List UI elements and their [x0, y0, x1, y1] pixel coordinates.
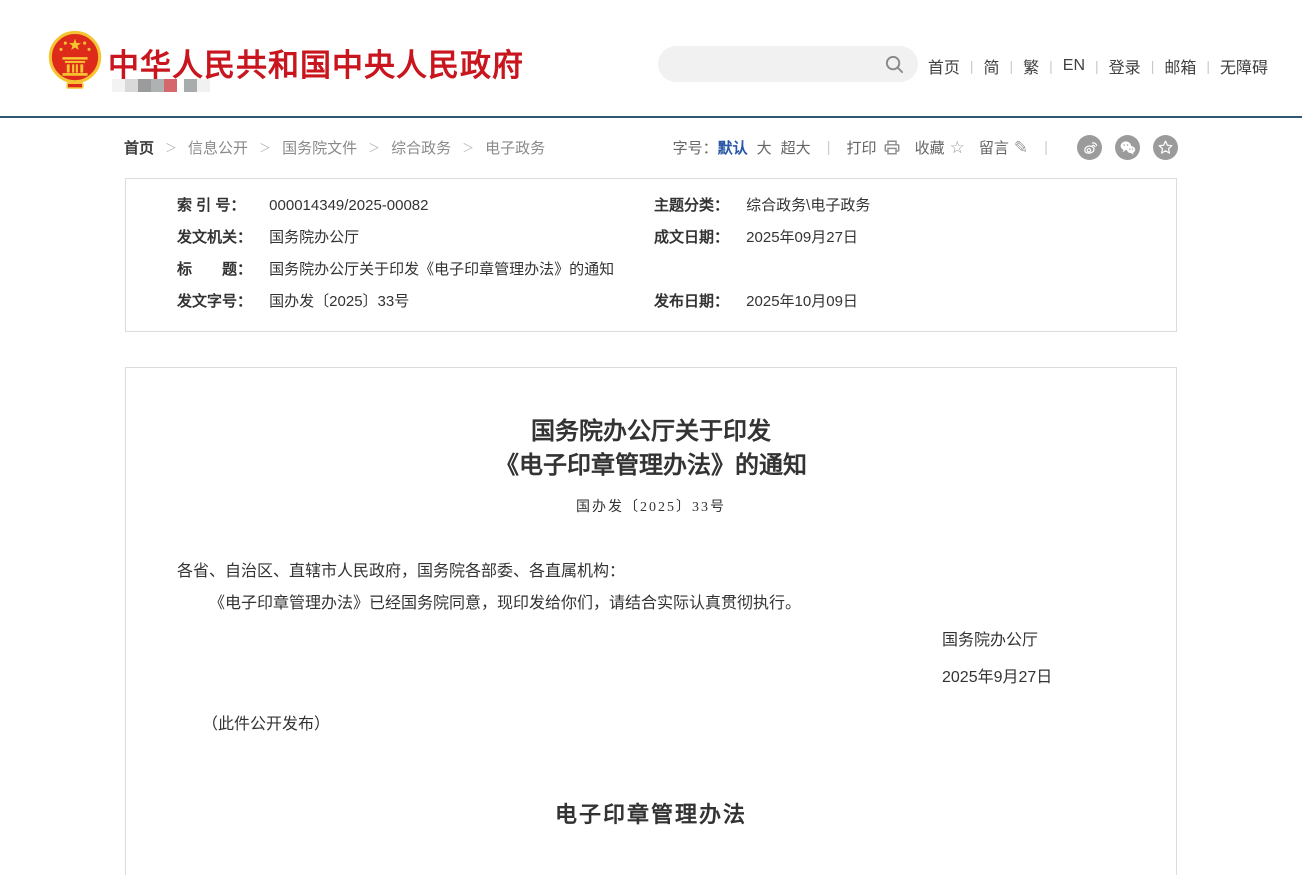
search-icon[interactable]	[884, 54, 905, 75]
nav-simplified[interactable]: 简	[983, 54, 999, 78]
nav-english[interactable]: EN	[1063, 57, 1085, 75]
breadcrumb-home[interactable]: 首页	[124, 137, 154, 158]
nav-login[interactable]: 登录	[1109, 54, 1141, 78]
national-emblem-icon	[46, 30, 104, 90]
font-size-default[interactable]: 默认	[718, 137, 748, 158]
meta-written-date-label: 成文日期：	[654, 222, 742, 254]
meta-row: 发文机关： 国务院办公厅 成文日期： 2025年09月27日	[126, 222, 1176, 254]
breadcrumb-e-government[interactable]: 电子政务	[485, 137, 545, 158]
salutation: 各省、自治区、直辖市人民政府，国务院各部委、各直属机构：	[177, 556, 1176, 588]
signature-date: 2025年9月27日	[942, 661, 1176, 694]
regulation-title: 电子印章管理办法	[126, 797, 1176, 829]
printer-icon	[883, 139, 901, 156]
nav-mail[interactable]: 邮箱	[1164, 54, 1196, 78]
breadcrumb-toolbar-row: 首页 ＞ 信息公开 ＞ 国务院文件 ＞ 综合政务 ＞ 电子政务 字号： 默认 大…	[124, 135, 1178, 160]
nav-accessibility[interactable]: 无障碍	[1220, 54, 1268, 78]
star-icon: ☆	[950, 138, 965, 158]
print-button[interactable]: 打印	[847, 137, 901, 158]
share-buttons	[1064, 135, 1178, 160]
breadcrumb-state-council-docs[interactable]: 国务院文件	[282, 137, 357, 158]
meta-issuer-value: 国务院办公厅	[269, 229, 359, 246]
font-size-large[interactable]: 大	[757, 137, 772, 158]
meta-index-value: 000014349/2025-00082	[269, 197, 428, 214]
breadcrumb-info-disclosure[interactable]: 信息公开	[188, 137, 248, 158]
document-number: 国办发〔2025〕33号	[126, 496, 1176, 516]
article-toolbar: 字号： 默认 大 超大 | 打印 收藏 ☆ 留言 ✎ |	[673, 135, 1178, 160]
blurred-site-url	[112, 79, 210, 92]
meta-row: 标 题： 国务院办公厅关于印发《电子印章管理办法》的通知	[126, 254, 1176, 286]
meta-category-label: 主题分类：	[654, 190, 742, 222]
signature-issuer: 国务院办公厅	[942, 624, 1176, 657]
body-paragraph: 《电子印章管理办法》已经国务院同意，现印发给你们，请结合实际认真贯彻执行。	[177, 588, 1176, 620]
wechat-share-button[interactable]	[1115, 135, 1140, 160]
page: 中华人民共和国中央人民政府 首页 | 简 | 繁 | EN | 登录 | 邮箱 …	[0, 0, 1302, 875]
breadcrumb-general-affairs[interactable]: 综合政务	[391, 137, 451, 158]
nav-home[interactable]: 首页	[928, 54, 960, 78]
search-input[interactable]	[658, 46, 884, 82]
public-release-note: （此件公开发布）	[202, 709, 1176, 741]
qzone-share-button[interactable]	[1153, 135, 1178, 160]
meta-docnum-label: 发文字号：	[177, 286, 265, 318]
meta-published-date-value: 2025年10月09日	[746, 293, 858, 310]
meta-issuer-label: 发文机关：	[177, 222, 265, 254]
document-title: 国务院办公厅关于印发 《电子印章管理办法》的通知	[126, 415, 1176, 483]
pencil-icon: ✎	[1014, 138, 1028, 158]
meta-docnum-value: 国办发〔2025〕33号	[269, 293, 409, 310]
meta-published-date-label: 发布日期：	[654, 286, 742, 318]
document-content: 国务院办公厅关于印发 《电子印章管理办法》的通知 国办发〔2025〕33号 各省…	[125, 367, 1177, 875]
site-header: 中华人民共和国中央人民政府 首页 | 简 | 繁 | EN | 登录 | 邮箱 …	[0, 0, 1302, 118]
search-box	[658, 46, 918, 82]
meta-written-date-value: 2025年09月27日	[746, 229, 858, 246]
meta-row: 索 引 号： 000014349/2025-00082 主题分类： 综合政务\电…	[126, 190, 1176, 222]
document-metadata: 索 引 号： 000014349/2025-00082 主题分类： 综合政务\电…	[125, 178, 1177, 332]
qzone-icon	[1158, 140, 1173, 155]
meta-title-label: 标 题：	[177, 254, 265, 286]
meta-row: 发文字号： 国办发〔2025〕33号 发布日期： 2025年10月09日	[126, 286, 1176, 318]
top-nav: 首页 | 简 | 繁 | EN | 登录 | 邮箱 | 无障碍	[928, 54, 1268, 78]
font-size-label: 字号：	[673, 137, 718, 158]
font-size-xlarge[interactable]: 超大	[781, 137, 811, 158]
favorite-button[interactable]: 收藏 ☆	[915, 137, 965, 158]
document-body: 各省、自治区、直辖市人民政府，国务院各部委、各直属机构： 《电子印章管理办法》已…	[126, 556, 1176, 875]
nav-traditional[interactable]: 繁	[1023, 54, 1039, 78]
comment-button[interactable]: 留言 ✎	[979, 137, 1028, 158]
weibo-icon	[1082, 140, 1098, 156]
meta-index-label: 索 引 号：	[177, 190, 265, 222]
meta-category-value: 综合政务\电子政务	[746, 197, 870, 214]
meta-title-value: 国务院办公厅关于印发《电子印章管理办法》的通知	[269, 261, 614, 278]
wechat-icon	[1119, 140, 1136, 155]
breadcrumb: 首页 ＞ 信息公开 ＞ 国务院文件 ＞ 综合政务 ＞ 电子政务	[124, 137, 545, 158]
weibo-share-button[interactable]	[1077, 135, 1102, 160]
